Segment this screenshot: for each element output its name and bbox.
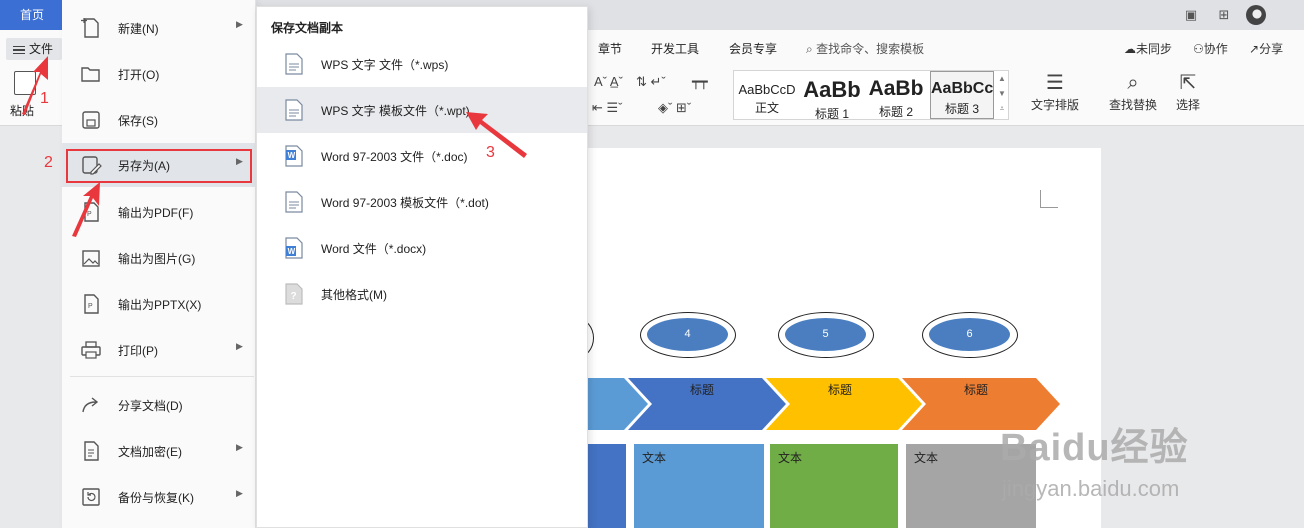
save-as-submenu: 保存文档副本 WPS 文字 文件（*.wps) WPS 文字 模板文件（*.wp… [256, 6, 588, 528]
encrypt-doc-icon [84, 441, 99, 461]
wps-template-icon [285, 99, 303, 121]
menu-separator [70, 376, 254, 377]
file-menu-export-image-label: 输出为图片(G) [118, 252, 196, 266]
file-menu-open-label: 打开(O) [118, 68, 160, 82]
watermark-url: jingyan.baidu.com [1002, 476, 1180, 501]
svg-text:W: W [288, 247, 296, 256]
arrow-title-1[interactable]: 标题 [660, 378, 744, 430]
file-menu: 新建(N) ▶ 打开(O) 保存(S) 另存为(A) ▶ P 输出为PDF(F)… [62, 0, 256, 528]
save-as-docx-label: Word 文件（*.docx) [321, 242, 427, 256]
save-as-docx[interactable]: W Word 文件（*.docx) [257, 225, 587, 271]
svg-text:P: P [87, 211, 92, 218]
save-as-other-label: 其他格式(M) [321, 288, 387, 302]
export-pdf-icon: P [84, 202, 99, 222]
file-menu-new-label: 新建(N) [118, 22, 159, 36]
export-image-icon [82, 250, 100, 267]
word-doc-icon: W [285, 145, 303, 167]
baidu-watermark: Baidu经验 jingyan.baidu.com [1000, 410, 1300, 528]
wps-file-icon [285, 53, 303, 75]
export-pptx-icon: P [84, 294, 99, 314]
file-menu-save-label: 保存(S) [118, 114, 158, 128]
highlight-box [66, 149, 252, 183]
svg-text:W: W [288, 151, 296, 160]
file-menu-print[interactable]: 打印(P) ▶ [62, 328, 256, 372]
text-box-blue-partial[interactable] [588, 444, 626, 528]
file-menu-print-label: 打印(P) [118, 344, 158, 358]
print-icon [81, 341, 101, 359]
watermark-brand: Baidu经验 [1000, 427, 1189, 469]
other-format-icon: ? [285, 283, 303, 305]
file-menu-backup[interactable]: 备份与恢复(K) ▶ [62, 475, 256, 519]
share-doc-icon [82, 397, 99, 413]
chevron-right-icon: ▶ [236, 19, 243, 29]
save-icon [82, 111, 100, 129]
file-menu-export-pptx-label: 输出为PPTX(X) [118, 298, 202, 312]
step-number-3: 3 [486, 144, 495, 161]
save-copy-heading: 保存文档副本 [271, 21, 344, 35]
text-box-1[interactable]: 文本 [634, 444, 764, 528]
svg-text:P: P [88, 303, 93, 310]
save-as-wps[interactable]: WPS 文字 文件（*.wps) [257, 41, 587, 87]
save-as-wps-label: WPS 文字 文件（*.wps) [321, 58, 449, 72]
word-docx-icon: W [285, 237, 303, 259]
chevron-right-icon: ▶ [236, 442, 243, 452]
svg-text:?: ? [291, 291, 297, 302]
file-menu-open[interactable]: 打开(O) [62, 52, 256, 96]
file-menu-share-label: 分享文档(D) [118, 399, 183, 413]
file-menu-export-pdf[interactable]: P 输出为PDF(F) [62, 190, 256, 234]
file-menu-encrypt-label: 文档加密(E) [118, 445, 182, 459]
step-number-1: 1 [40, 90, 49, 107]
word-template-icon [285, 191, 303, 213]
save-as-doc-label: Word 97-2003 文件（*.doc) [321, 150, 468, 164]
file-menu-export-image[interactable]: 输出为图片(G) [62, 236, 256, 280]
new-doc-icon [81, 18, 99, 38]
text-box-2[interactable]: 文本 [770, 444, 898, 528]
file-menu-export-pptx[interactable]: P 输出为PPTX(X) [62, 282, 256, 326]
save-as-wpt-label: WPS 文字 模板文件（*.wpt) [321, 104, 470, 118]
file-menu-backup-label: 备份与恢复(K) [118, 491, 194, 505]
save-as-dot-label: Word 97-2003 模板文件（*.dot) [321, 196, 489, 210]
file-menu-share[interactable]: 分享文档(D) [62, 383, 256, 427]
save-as-wpt[interactable]: WPS 文字 模板文件（*.wpt) [257, 87, 587, 133]
save-as-dot[interactable]: Word 97-2003 模板文件（*.dot) [257, 179, 587, 225]
backup-restore-icon [82, 488, 100, 506]
file-menu-encrypt[interactable]: 文档加密(E) ▶ [62, 429, 256, 473]
folder-open-icon [81, 67, 100, 82]
file-menu-export-pdf-label: 输出为PDF(F) [118, 206, 194, 220]
chevron-right-icon: ▶ [236, 488, 243, 498]
step-number-2: 2 [44, 154, 53, 171]
save-as-other[interactable]: ? 其他格式(M) [257, 271, 587, 317]
file-menu-save[interactable]: 保存(S) [62, 98, 256, 142]
arrow-title-2[interactable]: 标题 [798, 378, 882, 430]
chevron-right-icon: ▶ [236, 341, 243, 351]
save-as-doc[interactable]: W Word 97-2003 文件（*.doc) [257, 133, 587, 179]
file-menu-new[interactable]: 新建(N) ▶ [62, 6, 256, 50]
